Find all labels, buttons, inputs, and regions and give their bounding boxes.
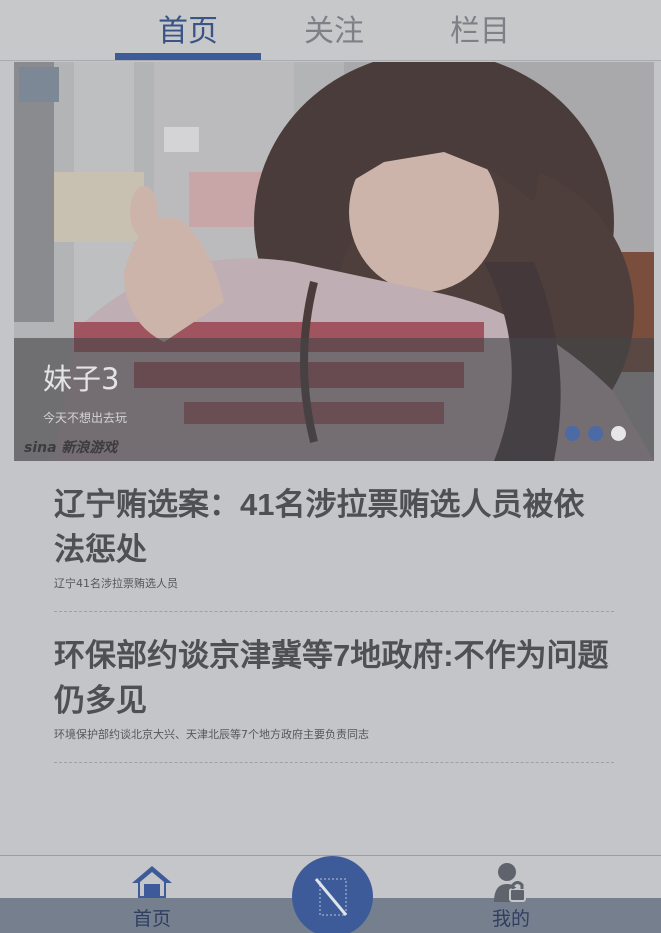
- carousel-dot-1[interactable]: [565, 426, 580, 441]
- banner-carousel[interactable]: 妹子3 今天不想出去玩 sina 新浪游戏: [14, 62, 654, 461]
- news-summary: 环境保护部约谈北京大兴、天津北辰等7个地方政府主要负责同志: [54, 728, 369, 741]
- user-lock-icon: [494, 863, 526, 902]
- pen-icon: [314, 878, 348, 916]
- banner-title: 妹子3: [43, 362, 120, 396]
- news-item[interactable]: 环保部约谈京津冀等7地政府:不作为问题仍多见 环境保护部约谈北京大兴、天津北辰等…: [54, 633, 614, 763]
- compose-button[interactable]: [292, 856, 373, 933]
- tab-follow[interactable]: 关注: [261, 12, 407, 61]
- nav-home[interactable]: 首页: [92, 856, 212, 933]
- carousel-dot-3[interactable]: [611, 426, 626, 441]
- active-tab-indicator: [115, 53, 261, 60]
- sina-watermark-logo: sina 新浪游戏: [24, 440, 118, 456]
- nav-home-label: 首页: [132, 908, 171, 930]
- nav-mine-label: 我的: [491, 908, 530, 930]
- news-title[interactable]: 辽宁贿选案：41名涉拉票贿选人员被依法惩处: [54, 482, 614, 572]
- carousel-dot-2[interactable]: [588, 426, 603, 441]
- news-item[interactable]: 辽宁贿选案：41名涉拉票贿选人员被依法惩处 辽宁41名涉拉票贿选人员: [54, 482, 614, 612]
- news-title[interactable]: 环保部约谈京津冀等7地政府:不作为问题仍多见: [54, 633, 614, 723]
- news-summary: 辽宁41名涉拉票贿选人员: [54, 577, 178, 590]
- nav-mine[interactable]: 我的: [451, 856, 571, 933]
- house-icon: [132, 866, 172, 898]
- tab-columns[interactable]: 栏目: [407, 12, 553, 61]
- banner-subtitle: 今天不想出去玩: [43, 411, 128, 425]
- top-tab-bar: 首页 关注 栏目: [0, 0, 661, 61]
